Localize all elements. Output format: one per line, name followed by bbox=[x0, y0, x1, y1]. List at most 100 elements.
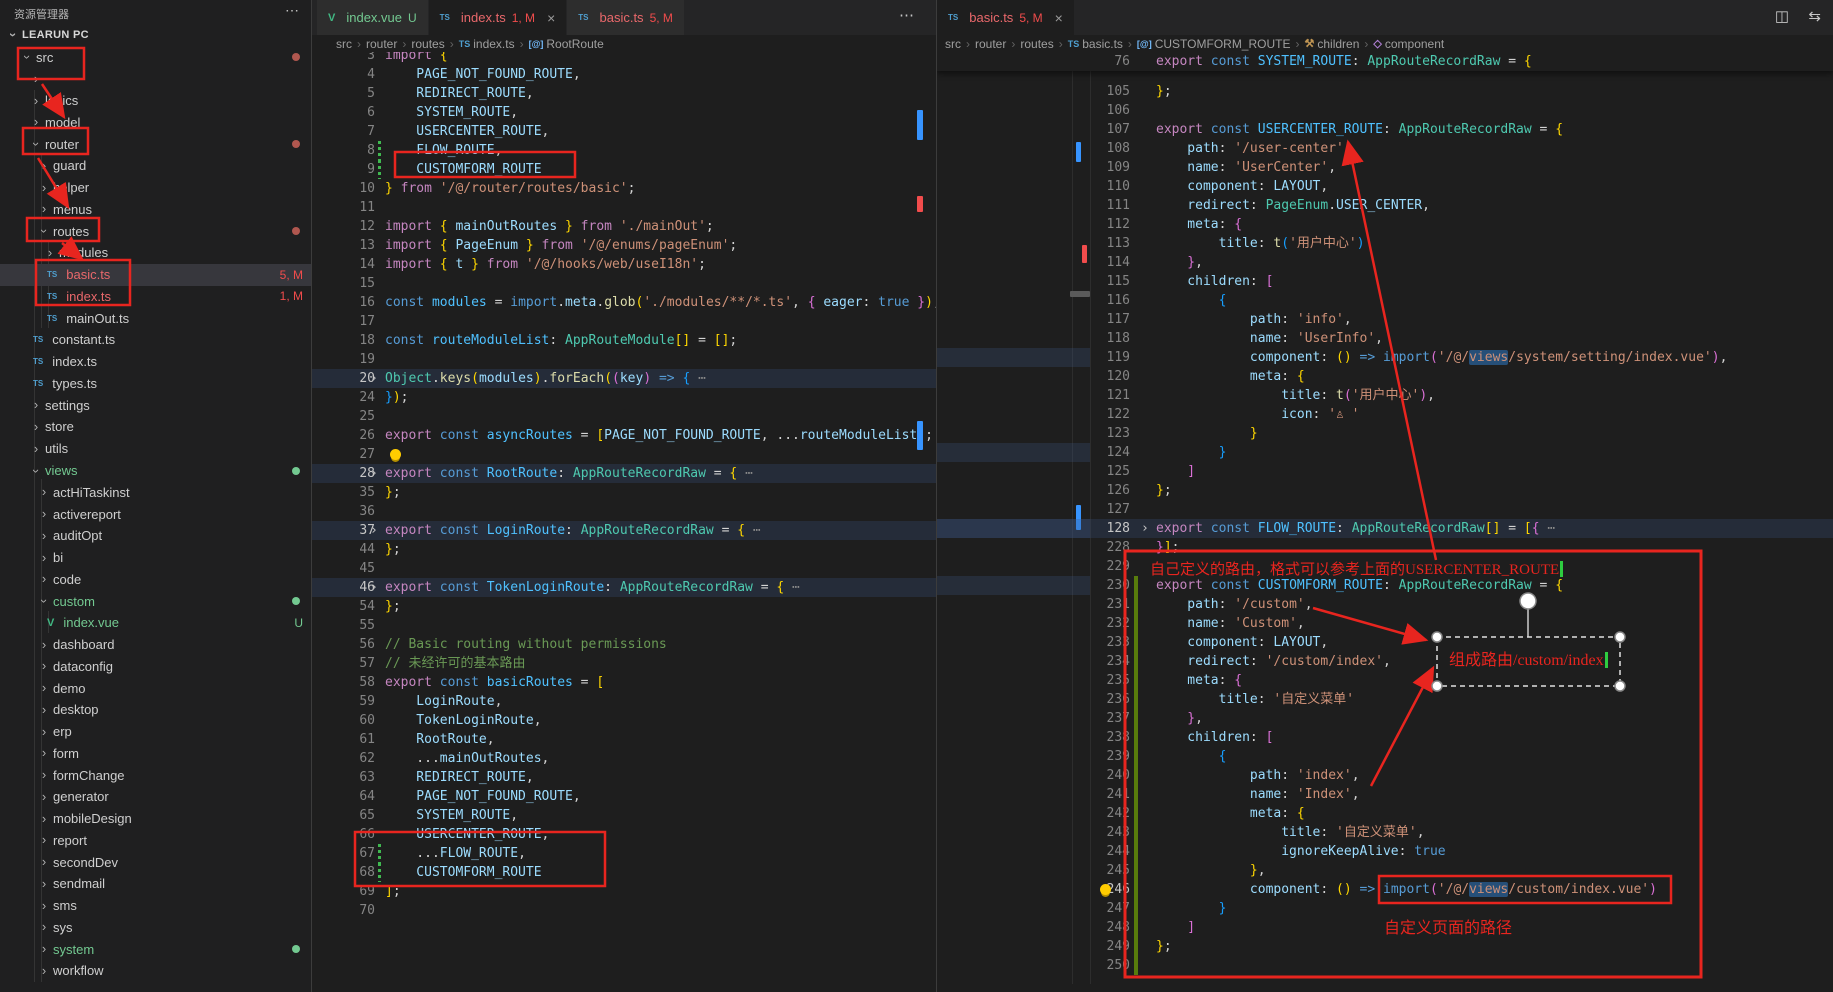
tree-item-index.ts[interactable]: TSindex.ts bbox=[0, 351, 311, 373]
tree-item-hidden[interactable]: › bbox=[0, 68, 311, 90]
code-line-120[interactable]: 120 meta: { bbox=[937, 367, 1833, 386]
tree-item-logics[interactable]: ›logics bbox=[0, 90, 311, 112]
code-line-122[interactable]: 122 icon: '♙ ' bbox=[937, 405, 1833, 424]
code-line-110[interactable]: 110 component: LAYOUT, bbox=[937, 177, 1833, 196]
code-line-124[interactable]: 124 } bbox=[937, 443, 1833, 462]
tree-item-generator[interactable]: ›generator bbox=[0, 786, 311, 808]
tab-basic.ts[interactable]: TSbasic.ts5, M× bbox=[937, 0, 1075, 35]
code-line-233[interactable]: 233 component: LAYOUT, bbox=[937, 633, 1833, 652]
code-line-16[interactable]: 16const modules = import.meta.glob('./mo… bbox=[312, 293, 936, 312]
code-line-118[interactable]: 118 name: 'UserInfo', bbox=[937, 329, 1833, 348]
code-line-14[interactable]: 14import { t } from '/@/hooks/web/useI18… bbox=[312, 255, 936, 274]
tree-item-sendmail[interactable]: ›sendmail bbox=[0, 873, 311, 895]
breadcrumb-item[interactable]: CUSTOMFORM_ROUTE bbox=[1155, 37, 1291, 51]
tree-item-sms[interactable]: ›sms bbox=[0, 895, 311, 917]
tree-item-code[interactable]: ›code bbox=[0, 568, 311, 590]
breadcrumb-item[interactable]: src bbox=[336, 37, 352, 51]
code-line-64[interactable]: 64 PAGE_NOT_FOUND_ROUTE, bbox=[312, 787, 936, 806]
tree-item-desktop[interactable]: ›desktop bbox=[0, 699, 311, 721]
fold-chevron-icon[interactable]: › bbox=[1141, 519, 1149, 538]
tree-item-custom[interactable]: ›custom bbox=[0, 590, 311, 612]
code-line-45[interactable]: 45 bbox=[312, 559, 936, 578]
code-line-240[interactable]: 240 path: 'index', bbox=[937, 766, 1833, 785]
tree-item-workflow[interactable]: ›workflow bbox=[0, 960, 311, 982]
code-line-113[interactable]: 113 title: t('用户中心') bbox=[937, 234, 1833, 253]
tree-item-system[interactable]: ›system bbox=[0, 938, 311, 960]
code-line-24[interactable]: 24}); bbox=[312, 388, 936, 407]
code-line-121[interactable]: 121 title: t('用户中心'), bbox=[937, 386, 1833, 405]
code-line-243[interactable]: 243 title: '自定义菜单', bbox=[937, 823, 1833, 842]
breadcrumb-item[interactable]: router bbox=[366, 37, 397, 51]
code-line-116[interactable]: 116 { bbox=[937, 291, 1833, 310]
code-line-231[interactable]: 231 path: '/custom', bbox=[937, 595, 1833, 614]
tab-index.vue[interactable]: Vindex.vueU bbox=[317, 0, 429, 35]
lightbulb-icon[interactable] bbox=[1100, 884, 1111, 895]
code-line-107[interactable]: 107export const USERCENTER_ROUTE: AppRou… bbox=[937, 120, 1833, 139]
code-line-61[interactable]: 61 RootRoute, bbox=[312, 730, 936, 749]
tree-item-erp[interactable]: ›erp bbox=[0, 721, 311, 743]
breadcrumb-item[interactable]: component bbox=[1385, 37, 1444, 51]
code-line-68[interactable]: 68 CUSTOMFORM_ROUTE bbox=[312, 863, 936, 882]
code-line-119[interactable]: 119 component: () => import('/@/views/sy… bbox=[937, 348, 1833, 367]
code-line-244[interactable]: 244 ignoreKeepAlive: true bbox=[937, 842, 1833, 861]
code-line-109[interactable]: 109 name: 'UserCenter', bbox=[937, 158, 1833, 177]
tree-item-menus[interactable]: ›menus bbox=[0, 198, 311, 220]
code-line-54[interactable]: 54}; bbox=[312, 597, 936, 616]
code-line-128[interactable]: 128›export const FLOW_ROUTE: AppRouteRec… bbox=[937, 519, 1833, 538]
tree-item-demo[interactable]: ›demo bbox=[0, 677, 311, 699]
open-changes-icon[interactable]: ⇆ bbox=[1808, 7, 1821, 25]
code-line-44[interactable]: 44}; bbox=[312, 540, 936, 559]
code-line-239[interactable]: 239 { bbox=[937, 747, 1833, 766]
tree-item-formChange[interactable]: ›formChange bbox=[0, 764, 311, 786]
code-line-125[interactable]: 125 ] bbox=[937, 462, 1833, 481]
code-line-70[interactable]: 70 bbox=[312, 901, 936, 920]
code-line-46[interactable]: 46›export const TokenLoginRoute: AppRout… bbox=[312, 578, 936, 597]
code-line-248[interactable]: 248 ] bbox=[937, 918, 1833, 937]
fold-chevron-icon[interactable]: › bbox=[370, 521, 378, 540]
tree-item-modules[interactable]: ›modules bbox=[0, 242, 311, 264]
code-line-237[interactable]: 237 }, bbox=[937, 709, 1833, 728]
code-line-242[interactable]: 242 meta: { bbox=[937, 804, 1833, 823]
code-line-114[interactable]: 114 }, bbox=[937, 253, 1833, 272]
code-line-55[interactable]: 55 bbox=[312, 616, 936, 635]
code-line-127[interactable]: 127 bbox=[937, 500, 1833, 519]
tree-item-secondDev[interactable]: ›secondDev bbox=[0, 851, 311, 873]
code-line-18[interactable]: 18const routeModuleList: AppRouteModule[… bbox=[312, 331, 936, 350]
lightbulb-icon[interactable] bbox=[390, 449, 401, 460]
code-line-60[interactable]: 60 TokenLoginRoute, bbox=[312, 711, 936, 730]
sticky-scroll-line[interactable]: 76export const SYSTEM_ROUTE: AppRouteRec… bbox=[937, 52, 1833, 71]
code-line-62[interactable]: 62 ...mainOutRoutes, bbox=[312, 749, 936, 768]
breadcrumb-item[interactable]: RootRoute bbox=[546, 37, 603, 51]
code-line-12[interactable]: 12import { mainOutRoutes } from './mainO… bbox=[312, 217, 936, 236]
code-line-238[interactable]: 238 children: [ bbox=[937, 728, 1833, 747]
tree-item-guard[interactable]: ›guard bbox=[0, 155, 311, 177]
code-line-235[interactable]: 235 meta: { bbox=[937, 671, 1833, 690]
tree-item-actHiTaskinst[interactable]: ›actHiTaskinst bbox=[0, 481, 311, 503]
code-line-35[interactable]: 35}; bbox=[312, 483, 936, 502]
code-line-105[interactable]: 105}; bbox=[937, 82, 1833, 101]
code-line-247[interactable]: 247 } bbox=[937, 899, 1833, 918]
code-line-59[interactable]: 59 LoginRoute, bbox=[312, 692, 936, 711]
code-line-28[interactable]: 28›export const RootRoute: AppRouteRecor… bbox=[312, 464, 936, 483]
tree-item-index.vue[interactable]: Vindex.vueU bbox=[0, 612, 311, 634]
code-line-123[interactable]: 123 } bbox=[937, 424, 1833, 443]
tree-item-views[interactable]: ›views bbox=[0, 460, 311, 482]
project-root[interactable]: ›LEARUN PC bbox=[0, 24, 311, 46]
tree-item-utils[interactable]: ›utils bbox=[0, 438, 311, 460]
tree-item-routes[interactable]: ›routes bbox=[0, 220, 311, 242]
breadcrumb-item[interactable]: router bbox=[975, 37, 1006, 51]
code-line-5[interactable]: 5 REDIRECT_ROUTE, bbox=[312, 84, 936, 103]
code-line-245[interactable]: 245 }, bbox=[937, 861, 1833, 880]
code-line-6[interactable]: 6 SYSTEM_ROUTE, bbox=[312, 103, 936, 122]
fold-chevron-icon[interactable]: › bbox=[370, 369, 378, 388]
fold-chevron-icon[interactable]: › bbox=[370, 464, 378, 483]
code-line-20[interactable]: 20›Object.keys(modules).forEach((key) =>… bbox=[312, 369, 936, 388]
code-line-10[interactable]: 10} from '/@/router/routes/basic'; bbox=[312, 179, 936, 198]
code-line-230[interactable]: 230export const CUSTOMFORM_ROUTE: AppRou… bbox=[937, 576, 1833, 595]
split-editor-icon[interactable]: ◫ bbox=[1775, 7, 1789, 25]
code-line-76[interactable]: 76export const SYSTEM_ROUTE: AppRouteRec… bbox=[937, 52, 1833, 71]
code-line-11[interactable]: 11 bbox=[312, 198, 936, 217]
tree-item-constant.ts[interactable]: TSconstant.ts bbox=[0, 329, 311, 351]
code-line-108[interactable]: 108 path: '/user-center', bbox=[937, 139, 1833, 158]
code-line-115[interactable]: 115 children: [ bbox=[937, 272, 1833, 291]
